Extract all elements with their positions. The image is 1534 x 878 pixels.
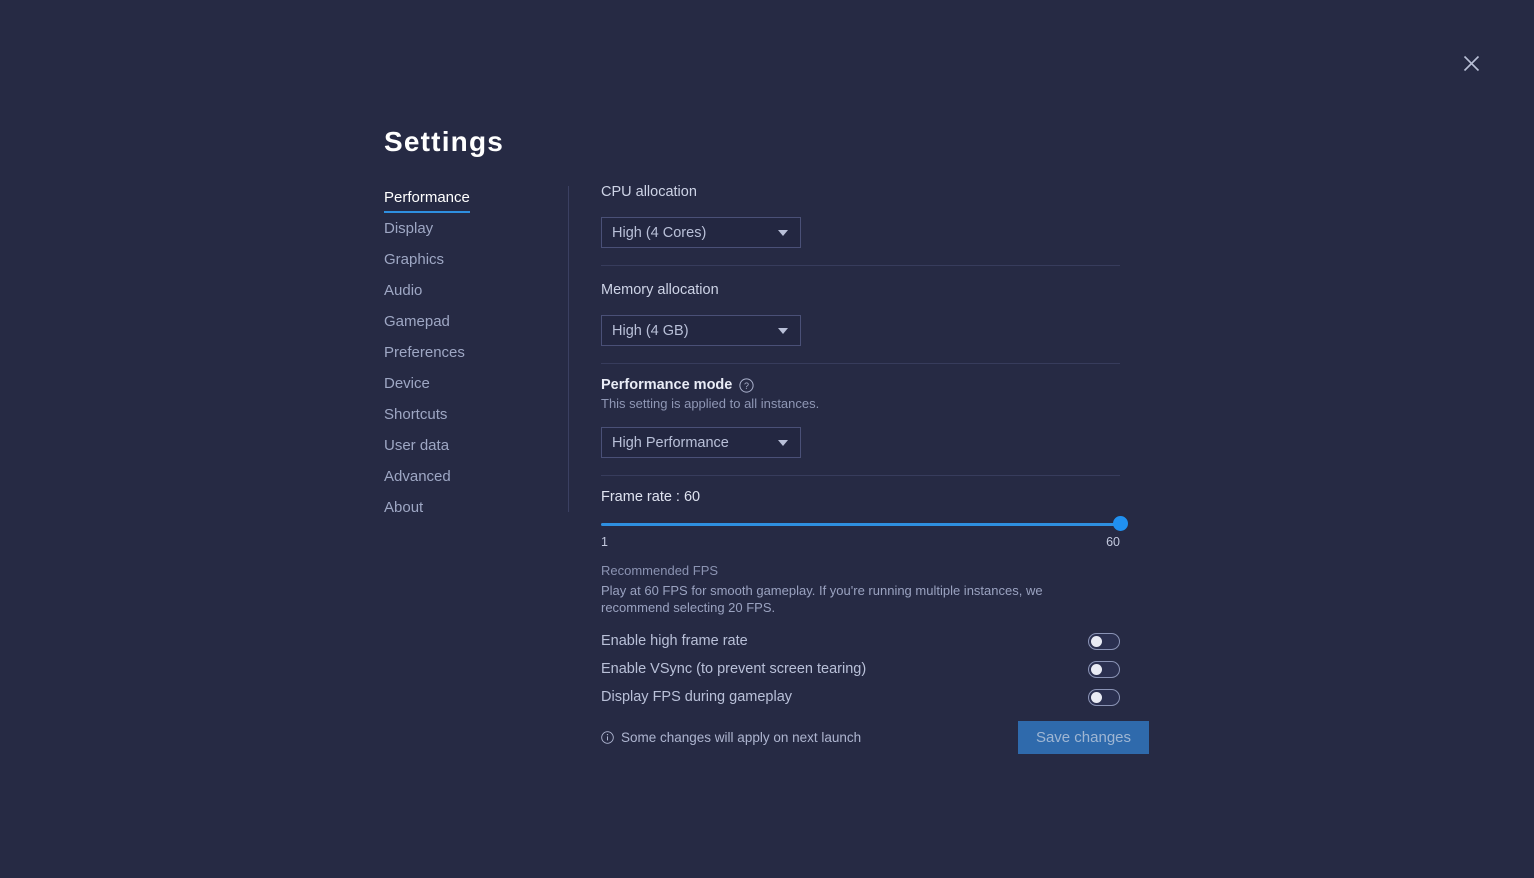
sidebar-item-label: Graphics <box>384 251 445 268</box>
page-title: Settings <box>384 126 505 157</box>
sidebar-item-label: Preferences <box>384 344 465 361</box>
performance-mode-label: Performance mode <box>601 377 733 393</box>
memory-allocation-dropdown[interactable]: High (4 GB) <box>601 315 801 346</box>
settings-content: CPU allocation High (4 Cores) Memory all… <box>601 182 1161 711</box>
performance-mode-section: Performance mode ? This setting is appli… <box>601 377 1161 458</box>
performance-mode-note: This setting is applied to all instances… <box>601 396 820 411</box>
slider-min-label: 1 <box>601 535 608 549</box>
divider <box>601 363 1120 364</box>
enable-high-frame-rate-toggle[interactable] <box>1088 632 1120 650</box>
sidebar-item-graphics[interactable]: Graphics <box>384 250 554 281</box>
save-changes-button[interactable]: Save changes <box>1018 720 1149 754</box>
toggle-label: Enable high frame rate <box>601 633 748 649</box>
toggle-row[interactable]: Display FPS during gameplay <box>601 683 1120 711</box>
footer-note-text: Some changes will apply on next launch <box>621 729 862 745</box>
memory-allocation-label: Memory allocation <box>601 282 719 298</box>
cpu-allocation-section: CPU allocation High (4 Cores) <box>601 182 1161 248</box>
sidebar-item-device[interactable]: Device <box>384 374 554 405</box>
sidebar-item-display[interactable]: Display <box>384 219 554 250</box>
performance-mode-heading: Performance mode ? <box>601 377 1161 393</box>
sidebar-item-shortcuts[interactable]: Shortcuts <box>384 405 554 436</box>
slider-max-label: 60 <box>1106 535 1120 549</box>
chevron-down-icon <box>778 439 788 446</box>
sidebar-item-label: User data <box>384 437 450 454</box>
toggle-row[interactable]: Enable VSync (to prevent screen tearing) <box>601 655 1120 683</box>
enable-vsync-toggle[interactable] <box>1088 660 1120 678</box>
close-button[interactable] <box>1455 47 1487 79</box>
divider <box>601 265 1120 266</box>
slider-thumb[interactable] <box>1112 516 1128 531</box>
toggle-row[interactable]: Enable high frame rate <box>601 627 1120 655</box>
settings-footer: Some changes will apply on next launch S… <box>601 720 1149 754</box>
sidebar-item-label: Performance <box>384 188 470 213</box>
cpu-allocation-dropdown[interactable]: High (4 Cores) <box>601 217 801 248</box>
toggle-label: Enable VSync (to prevent screen tearing) <box>601 661 867 677</box>
sidebar-item-label: Audio <box>384 282 423 299</box>
frame-rate-section: Frame rate : 60 1 60 Recommended FPS Pla… <box>601 489 1161 616</box>
frame-rate-slider[interactable] <box>601 516 1128 532</box>
performance-mode-value: High Performance <box>612 434 729 451</box>
divider <box>601 475 1120 476</box>
sidebar-divider <box>568 186 569 512</box>
chevron-down-icon <box>778 229 788 236</box>
info-circle-icon <box>601 730 614 744</box>
frame-rate-label: Frame rate : 60 <box>601 489 701 505</box>
sidebar-item-label: Gamepad <box>384 313 450 330</box>
chevron-down-icon <box>778 327 788 334</box>
toggle-knob <box>1091 663 1102 675</box>
settings-sidebar: Performance Display Graphics Audio Gamep… <box>384 188 554 529</box>
sidebar-item-label: About <box>384 499 424 516</box>
cpu-allocation-value: High (4 Cores) <box>612 224 707 241</box>
memory-allocation-section: Memory allocation High (4 GB) <box>601 280 1161 346</box>
sidebar-item-preferences[interactable]: Preferences <box>384 343 554 374</box>
footer-note: Some changes will apply on next launch <box>601 730 861 745</box>
sidebar-item-performance[interactable]: Performance <box>384 188 554 219</box>
cpu-allocation-label: CPU allocation <box>601 184 697 200</box>
recommended-fps-title: Recommended FPS <box>601 563 719 578</box>
sidebar-item-audio[interactable]: Audio <box>384 281 554 312</box>
performance-mode-dropdown[interactable]: High Performance <box>601 427 801 458</box>
help-circle-icon[interactable]: ? <box>739 377 754 393</box>
sidebar-item-label: Display <box>384 220 434 237</box>
toggle-label: Display FPS during gameplay <box>601 689 793 705</box>
svg-text:?: ? <box>744 381 749 391</box>
sidebar-item-gamepad[interactable]: Gamepad <box>384 312 554 343</box>
sidebar-item-label: Device <box>384 375 430 392</box>
sidebar-item-user-data[interactable]: User data <box>384 436 554 467</box>
sidebar-item-label: Shortcuts <box>384 406 448 423</box>
toggle-list: Enable high frame rate Enable VSync (to … <box>601 627 1161 711</box>
close-icon <box>1463 55 1479 71</box>
sidebar-item-advanced[interactable]: Advanced <box>384 467 554 498</box>
memory-allocation-value: High (4 GB) <box>612 322 689 339</box>
sidebar-item-label: Advanced <box>384 468 451 485</box>
toggle-knob <box>1091 691 1102 703</box>
slider-fill <box>601 523 1120 526</box>
toggle-knob <box>1091 635 1102 647</box>
sidebar-item-about[interactable]: About <box>384 498 554 529</box>
display-fps-toggle[interactable] <box>1088 688 1120 706</box>
recommended-fps-body: Play at 60 FPS for smooth gameplay. If y… <box>601 583 1043 615</box>
slider-scale: 1 60 <box>601 535 1120 551</box>
